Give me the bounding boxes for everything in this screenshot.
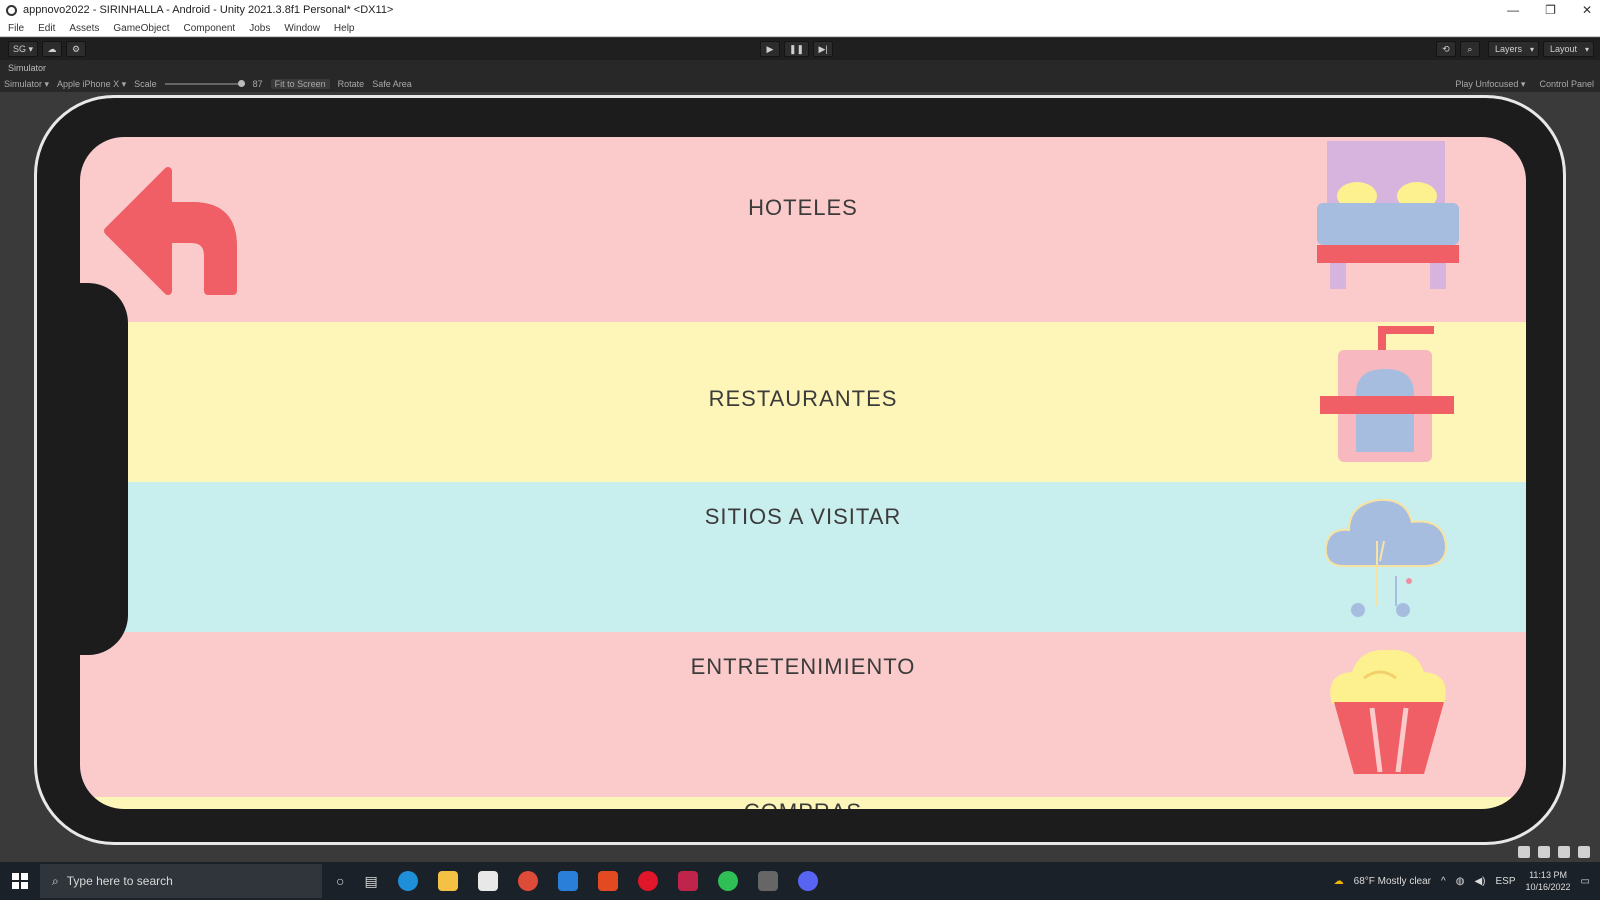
language-indicator[interactable]: ESP: [1495, 876, 1515, 887]
simulator-mode-dropdown[interactable]: Simulator ▾: [4, 79, 49, 90]
simulator-options-bar: Simulator ▾ Apple iPhone X ▾ Scale 87 Fi…: [0, 76, 1600, 92]
menu-assets[interactable]: Assets: [69, 23, 99, 34]
unity-logo-icon: [6, 4, 17, 16]
menu-component[interactable]: Component: [184, 23, 236, 34]
scale-slider[interactable]: [164, 80, 245, 87]
category-hoteles[interactable]: HOTELES: [80, 137, 1526, 322]
cortana-icon[interactable]: ○: [336, 873, 344, 889]
category-sitios-a-visitar[interactable]: SITIOS A VISITAR: [80, 482, 1526, 632]
layers-dropdown[interactable]: Layers: [1487, 41, 1539, 57]
category-compras[interactable]: COMPRAS: [80, 797, 1526, 809]
menu-help[interactable]: Help: [334, 23, 355, 34]
app-m-icon[interactable]: [677, 871, 698, 891]
clock-date: 10/16/2022: [1525, 882, 1571, 892]
device-notch: [66, 283, 128, 655]
volume-icon[interactable]: ◀): [1474, 876, 1485, 887]
category-label: RESTAURANTES: [708, 386, 898, 411]
history-icon[interactable]: ⟲: [1435, 41, 1456, 57]
category-label: ENTRETENIMIENTO: [690, 654, 916, 679]
pause-button[interactable]: ❚❚: [784, 41, 810, 57]
menu-bar: File Edit Assets GameObject Component Jo…: [0, 20, 1600, 37]
file-explorer-icon[interactable]: [437, 871, 458, 891]
rotate-label[interactable]: Rotate: [338, 79, 365, 89]
tray-chevron-icon[interactable]: ^: [1441, 876, 1446, 887]
category-restaurantes[interactable]: RESTAURANTES: [80, 322, 1526, 482]
notifications-icon[interactable]: ▭: [1581, 876, 1590, 887]
cloud-icon[interactable]: ☁: [42, 41, 63, 57]
menu-window[interactable]: Window: [284, 23, 320, 34]
category-entretenimiento[interactable]: ENTRETENIMIENTO: [80, 632, 1526, 797]
play-mode-dropdown[interactable]: Play Unfocused ▾: [1455, 79, 1525, 90]
cloud-music-icon: [1324, 498, 1448, 617]
minimize-button[interactable]: —: [1507, 3, 1519, 17]
tray-icon[interactable]: [1558, 846, 1570, 858]
restaurant-icon: [1320, 326, 1454, 462]
office-icon[interactable]: [597, 871, 618, 891]
collab-icon[interactable]: ⚙: [66, 41, 87, 57]
store-icon[interactable]: [477, 871, 498, 891]
unity-icon[interactable]: [757, 871, 778, 891]
play-button[interactable]: ▶: [760, 41, 780, 57]
windows-taskbar: ⌕ Type here to search ○ ▤ ☁ 68°F Mostly …: [0, 862, 1600, 900]
whatsapp-icon[interactable]: [717, 871, 738, 891]
weather-icon: ☁: [1333, 875, 1344, 887]
mail-icon[interactable]: [557, 871, 578, 891]
back-arrow-icon[interactable]: [98, 161, 238, 301]
edge-icon[interactable]: [397, 871, 418, 891]
layout-dropdown[interactable]: Layout: [1542, 41, 1594, 57]
chrome-icon[interactable]: [517, 871, 538, 891]
menu-gameobject[interactable]: GameObject: [113, 23, 169, 34]
opera-icon[interactable]: [637, 871, 658, 891]
simulator-tab-label: Simulator: [8, 63, 47, 73]
safe-area-toggle[interactable]: Safe Area: [372, 79, 412, 89]
window-title-bar: appnovo2022 - SIRINHALLA - Android - Uni…: [0, 0, 1600, 20]
popcorn-icon: [1330, 649, 1446, 774]
taskbar-search-box[interactable]: ⌕ Type here to search: [40, 864, 322, 898]
category-label: SITIOS A VISITAR: [704, 504, 902, 529]
bed-icon: [1317, 141, 1459, 289]
device-dropdown[interactable]: Apple iPhone X ▾: [57, 79, 126, 90]
app-screen: HOTELES RESTAURANTES SITIOS A VISITAR EN…: [80, 137, 1526, 809]
search-icon[interactable]: ⌕: [1459, 41, 1480, 57]
step-button[interactable]: ▶|: [813, 41, 834, 57]
category-label: COMPRAS: [80, 799, 1526, 809]
search-icon: ⌕: [52, 873, 59, 888]
tray-icon[interactable]: [1538, 846, 1550, 858]
discord-icon[interactable]: [797, 871, 818, 891]
control-panel-button[interactable]: Control Panel: [1539, 79, 1594, 90]
maximize-button[interactable]: ❐: [1545, 3, 1556, 17]
clock[interactable]: 11:13 PM 10/16/2022: [1526, 869, 1571, 893]
menu-file[interactable]: File: [8, 23, 24, 34]
window-title: appnovo2022 - SIRINHALLA - Android - Uni…: [23, 4, 394, 16]
scale-label: Scale: [134, 79, 157, 89]
tray-icon[interactable]: [1518, 846, 1530, 858]
simulator-tab[interactable]: Simulator: [0, 60, 1600, 76]
clock-time: 11:13 PM: [1529, 870, 1567, 880]
start-button[interactable]: [0, 862, 40, 900]
fit-to-screen-button[interactable]: Fit to Screen: [270, 79, 330, 89]
scale-value: 87: [252, 79, 263, 89]
tray-icon[interactable]: [1578, 846, 1590, 858]
account-dropdown[interactable]: SG ▾: [8, 41, 39, 57]
windows-logo-icon: [12, 873, 28, 889]
menu-jobs[interactable]: Jobs: [249, 23, 270, 34]
tray-overflow-icons: [1518, 846, 1590, 858]
weather-text[interactable]: 68°F Mostly clear: [1354, 876, 1431, 887]
menu-edit[interactable]: Edit: [38, 23, 55, 34]
network-icon[interactable]: ◍: [1456, 876, 1465, 887]
search-placeholder: Type here to search: [66, 874, 173, 888]
main-toolbar: SG ▾ ☁ ⚙ ▶ ❚❚ ▶| ⟲ ⌕ Layers Layout: [0, 38, 1600, 60]
task-view-icon[interactable]: ▤: [364, 873, 377, 890]
close-button[interactable]: ✕: [1582, 3, 1592, 17]
category-label: HOTELES: [748, 195, 858, 220]
